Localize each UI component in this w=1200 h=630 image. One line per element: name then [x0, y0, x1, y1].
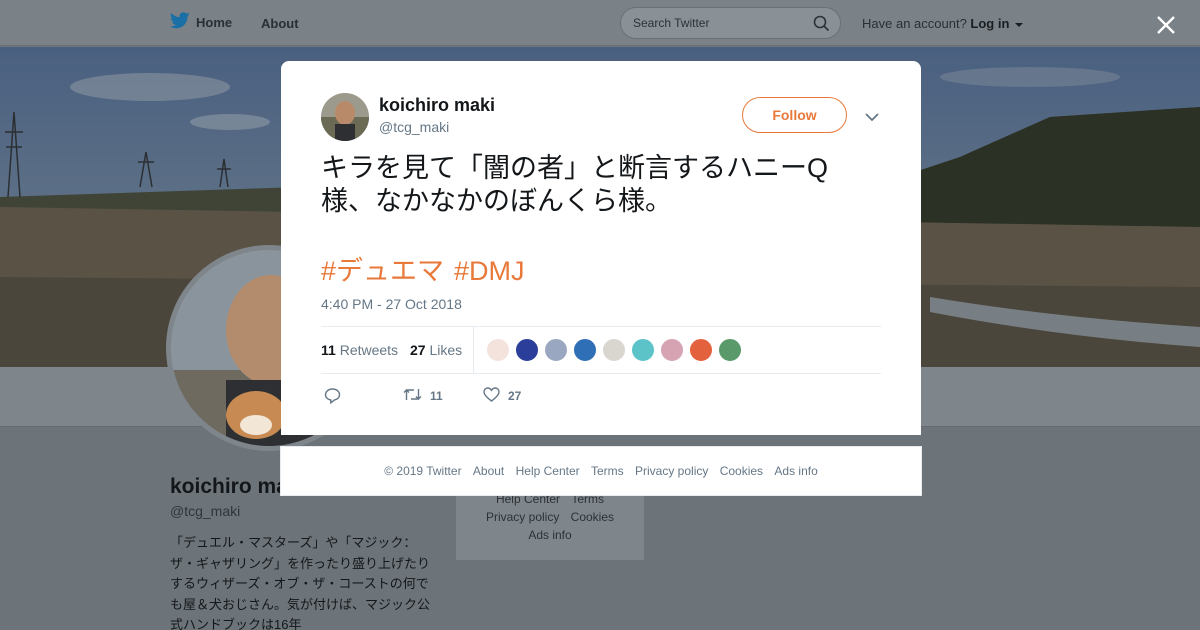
search-icon[interactable]: [813, 15, 830, 37]
top-navigation-bar: Home About Search Twitter Have an accoun…: [0, 0, 1200, 46]
hashtag-link[interactable]: #デュエマ: [321, 256, 444, 286]
chevron-down-icon[interactable]: [865, 109, 879, 127]
likes-count: 27: [410, 342, 426, 358]
retweets-stat[interactable]: 11 Retweets: [321, 342, 398, 358]
chevron-down-icon[interactable]: [1015, 22, 1024, 27]
liker-avatar[interactable]: [660, 338, 684, 362]
login-button[interactable]: Log in: [970, 16, 1009, 31]
like-button[interactable]: 27: [483, 387, 521, 405]
account-area: Have an account? Log in: [862, 16, 1024, 31]
retweet-count: 11: [430, 389, 443, 403]
tweet-modal: koichiro maki @tcg_maki Follow キラを見て「闇の者…: [281, 61, 921, 435]
author-handle[interactable]: @tcg_maki: [379, 119, 449, 135]
footer-ads-info-link[interactable]: Ads info: [774, 464, 817, 478]
hashtag-link[interactable]: #DMJ: [454, 256, 525, 286]
retweet-icon: [403, 387, 422, 405]
reply-icon: [324, 387, 341, 407]
follow-button[interactable]: Follow: [742, 97, 847, 133]
footer-about-link[interactable]: About: [473, 464, 504, 478]
liker-avatar[interactable]: [544, 338, 568, 362]
liker-avatars: [486, 338, 742, 362]
footer-copyright: © 2019 Twitter: [384, 464, 462, 478]
likes-stat[interactable]: 27 Likes: [410, 342, 462, 358]
liker-avatar[interactable]: [486, 338, 510, 362]
retweets-label: Retweets: [339, 342, 399, 358]
profile-bio: 「デュエル・マスターズ」や「マジック：ザ・ギャザリング」を作ったり盛り上げたりす…: [170, 535, 431, 630]
tweet-text: キラを見て「闇の者」と断言するハニーQ様、なかなかのぼんくら様。: [321, 153, 829, 216]
account-prompt: Have an account?: [862, 16, 967, 31]
liker-avatar[interactable]: [515, 338, 539, 362]
liker-avatar[interactable]: [718, 338, 742, 362]
liker-avatar[interactable]: [602, 338, 626, 362]
tweet-timestamp[interactable]: 4:40 PM - 27 Oct 2018: [321, 296, 462, 312]
likes-label: Likes: [429, 342, 463, 358]
author-avatar[interactable]: [321, 93, 369, 141]
liker-avatar[interactable]: [631, 338, 655, 362]
tweet-stats: 11 Retweets 27 Likes: [321, 326, 881, 374]
tweet-hashtags: #デュエマ #DMJ: [321, 249, 535, 288]
nav-home-link[interactable]: Home: [169, 12, 233, 32]
retweet-button[interactable]: 11: [403, 387, 443, 405]
modal-footer: © 2019 Twitter About Help Center Terms P…: [280, 446, 922, 496]
like-count: 27: [508, 389, 522, 403]
heart-icon: [483, 387, 500, 405]
footer-terms-link[interactable]: Terms: [591, 464, 624, 478]
profile-handle: @tcg_maki: [170, 503, 241, 519]
close-icon[interactable]: [1154, 13, 1178, 37]
stats-divider: [473, 327, 474, 374]
bg-footer-ads-info[interactable]: Ads info: [528, 528, 571, 542]
tweet-actions: 11 27: [321, 385, 881, 409]
search-placeholder: Search Twitter: [633, 16, 710, 30]
bg-footer-privacy[interactable]: Privacy policy: [486, 510, 559, 524]
nav-about-link[interactable]: About: [261, 16, 299, 31]
reply-button[interactable]: [324, 387, 341, 407]
nav-home-label: Home: [196, 14, 233, 30]
liker-avatar[interactable]: [689, 338, 713, 362]
retweets-count: 11: [321, 342, 336, 358]
footer-privacy-link[interactable]: Privacy policy: [635, 464, 708, 478]
author-name[interactable]: koichiro maki: [379, 95, 495, 116]
search-input[interactable]: Search Twitter: [620, 7, 841, 39]
bg-footer-cookies[interactable]: Cookies: [571, 510, 614, 524]
footer-help-center-link[interactable]: Help Center: [516, 464, 580, 478]
footer-cookies-link[interactable]: Cookies: [720, 464, 763, 478]
liker-avatar[interactable]: [573, 338, 597, 362]
footer-links: © 2019 Twitter About Help Center Terms P…: [281, 464, 921, 478]
twitter-bird-icon: [169, 12, 190, 32]
